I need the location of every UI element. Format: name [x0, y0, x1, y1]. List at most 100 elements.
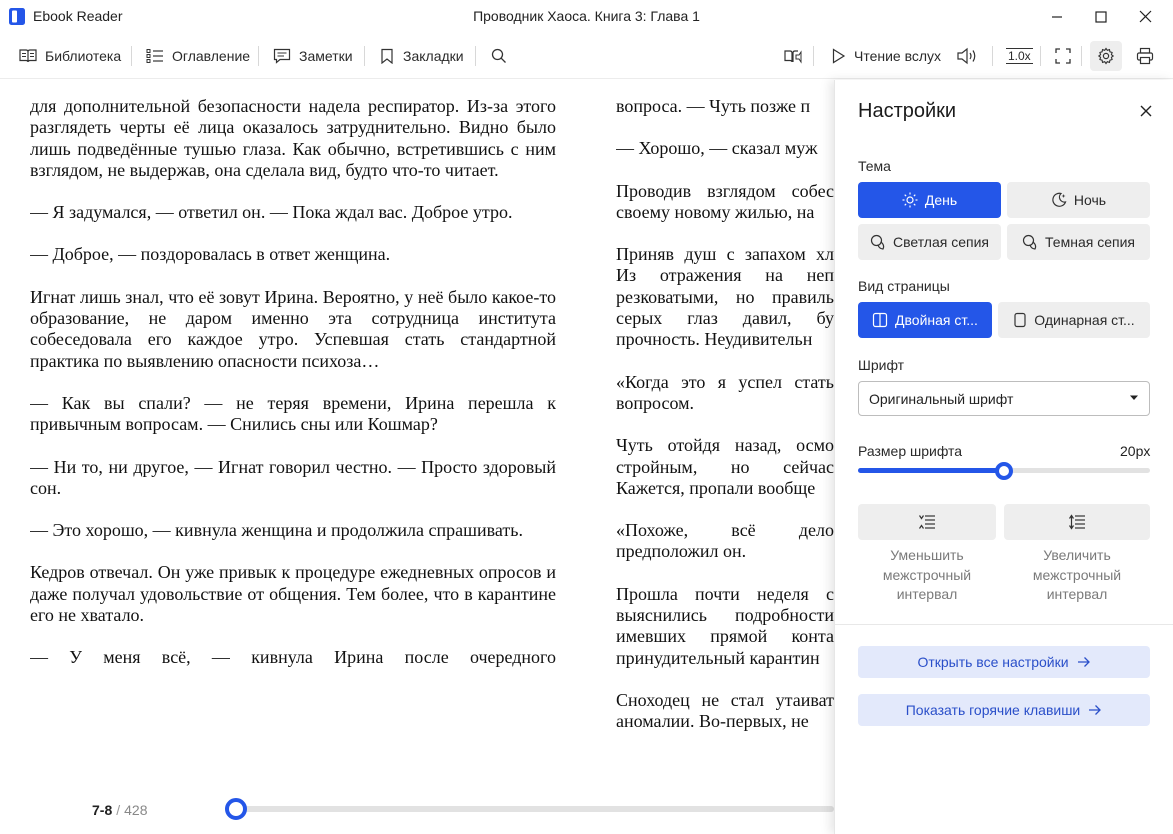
speaker-icon — [957, 47, 976, 65]
toolbar-divider — [258, 46, 259, 66]
open-all-settings-button[interactable]: Открыть все настройки — [858, 646, 1150, 678]
app-name: Ebook Reader — [33, 8, 123, 24]
read-aloud-label: Чтение вслух — [854, 48, 942, 64]
theme-light-sepia-button[interactable]: Светлая сепия — [858, 224, 1001, 260]
app-logo-icon — [8, 7, 26, 26]
sepia-dark-icon — [1022, 234, 1037, 250]
library-button[interactable]: Библиотека — [13, 41, 127, 71]
page-indicator: 7-8/428 — [92, 802, 147, 818]
theme-day-button[interactable]: День — [858, 182, 1001, 218]
toolbar-divider — [364, 46, 365, 66]
page-separator: / — [116, 802, 121, 818]
paragraph: — Хорошо, — сказал муж — [616, 138, 818, 159]
fullscreen-icon — [1055, 48, 1071, 64]
paragraph: Приняв душ с запахом хл Из отражения на … — [616, 244, 834, 350]
moon-icon — [1052, 192, 1067, 207]
toolbar: Библиотека Оглавление Заметки Закладки Ч… — [0, 33, 1173, 79]
left-page: для дополнительной безопасности надела р… — [30, 96, 556, 756]
theme-day-label: День — [924, 192, 958, 208]
font-select-value: Оригинальный шрифт — [869, 390, 1014, 407]
bookmarks-label: Закладки — [403, 48, 464, 64]
minimize-icon — [1052, 15, 1062, 18]
search-icon — [491, 48, 506, 63]
paragraph: для дополнительной безопасности надела р… — [30, 96, 556, 180]
paragraph: — Это хорошо, — кивнула женщина и продол… — [30, 520, 523, 541]
volume-button[interactable] — [950, 41, 984, 71]
notes-button[interactable]: Заметки — [267, 41, 359, 71]
read-aloud-button[interactable]: Чтение вслух — [824, 41, 947, 71]
fullscreen-button[interactable] — [1049, 41, 1077, 71]
close-icon — [1140, 105, 1152, 117]
toolbar-divider — [1040, 46, 1041, 66]
theme-night-label: Ночь — [1073, 192, 1107, 208]
toc-button[interactable]: Оглавление — [140, 41, 256, 71]
maximize-icon — [1095, 10, 1107, 23]
paragraph: Сноходец не стал утаиват аномалии. Во-пе… — [616, 689, 834, 732]
paragraph: — Ни то, ни другое, — Игнат говорил чест… — [30, 456, 556, 498]
search-button[interactable] — [485, 41, 513, 71]
toolbar-divider — [131, 46, 132, 66]
show-hotkeys-label: Показать горячие клавиши — [905, 702, 1081, 718]
toolbar-divider — [1081, 46, 1082, 66]
settings-panel: Настройки Тема День Ночь Светлая сепия Т… — [834, 80, 1173, 834]
minimize-button[interactable] — [1034, 0, 1080, 33]
sun-icon — [902, 192, 918, 208]
reading-progress-track[interactable] — [236, 806, 834, 812]
paragraph: вопроса. — Чуть позже п — [616, 96, 811, 116]
toc-label: Оглавление — [172, 48, 251, 64]
settings-title: Настройки — [858, 100, 957, 122]
line-spacing-increase-icon — [1069, 514, 1085, 530]
immersive-reader-button[interactable] — [778, 41, 808, 71]
single-page-label: Одинарная ст... — [1034, 312, 1135, 328]
decrease-line-spacing-button[interactable] — [858, 504, 996, 540]
font-size-value: 20px — [1120, 443, 1151, 459]
double-page-label: Двойная ст... — [895, 312, 978, 328]
reading-progress-thumb[interactable] — [225, 798, 247, 820]
toolbar-divider — [992, 46, 993, 66]
paragraph: — Я задумался, — ответил он. — Пока ждал… — [30, 202, 513, 223]
font-size-label: Размер шрифта — [858, 443, 963, 459]
paragraph: Кедров отвечал. Он уже привык к процедур… — [30, 562, 556, 626]
line-spacing-decrease-icon — [919, 515, 935, 529]
play-icon — [832, 48, 846, 64]
close-window-button[interactable] — [1122, 0, 1168, 33]
font-select[interactable]: Оригинальный шрифт — [858, 381, 1150, 416]
toolbar-divider — [813, 46, 814, 66]
paragraph: «Когда это я успел стать вопросом. — [616, 371, 834, 413]
right-page: вопроса. — Чуть позже п — Хорошо, — сказ… — [616, 96, 834, 756]
maximize-button[interactable] — [1078, 0, 1124, 33]
note-icon — [273, 48, 291, 64]
theme-label: Тема — [858, 158, 891, 174]
font-label: Шрифт — [858, 357, 905, 373]
paragraph: Прошла почти неделя с выяснились подробн… — [616, 583, 834, 668]
arrow-right-icon — [1089, 705, 1102, 715]
open-all-settings-label: Открыть все настройки — [917, 654, 1069, 670]
decrease-line-spacing-label: Уменьшить межстрочный интервал — [882, 547, 972, 602]
print-button[interactable] — [1130, 41, 1160, 71]
paragraph: Чуть отойдя назад, осмо стройным, но сей… — [616, 435, 834, 498]
window-title: Проводник Хаоса. Книга 3: Глава 1 — [473, 8, 700, 24]
chevron-down-icon — [1130, 395, 1138, 400]
increase-line-spacing-label: Увеличить межстрочный интервал — [1032, 547, 1122, 602]
arrow-right-icon — [1077, 657, 1090, 667]
panel-divider — [835, 624, 1173, 625]
settings-close-button[interactable] — [1135, 100, 1157, 122]
double-page-button[interactable]: Двойная ст... — [858, 302, 992, 338]
paragraph: — Доброе, — поздоровалась в ответ женщин… — [30, 244, 391, 265]
theme-dark-sepia-button[interactable]: Темная сепия — [1007, 224, 1150, 260]
immersive-reader-icon — [784, 50, 802, 64]
paragraph: Проводив взглядом собес своему новому жи… — [616, 180, 834, 222]
total-pages: 428 — [124, 802, 148, 818]
font-size-slider-thumb[interactable] — [995, 462, 1013, 480]
page-view-label: Вид страницы — [858, 278, 950, 294]
show-hotkeys-button[interactable]: Показать горячие клавиши — [858, 694, 1150, 726]
settings-button[interactable] — [1090, 41, 1122, 71]
book-open-icon — [19, 49, 37, 63]
speed-button[interactable]: 1.0x — [1000, 41, 1039, 71]
bookmarks-button[interactable]: Закладки — [373, 41, 470, 71]
increase-line-spacing-button[interactable] — [1004, 504, 1150, 540]
gear-icon — [1097, 47, 1115, 65]
theme-night-button[interactable]: Ночь — [1007, 182, 1150, 218]
single-page-button[interactable]: Одинарная ст... — [998, 302, 1150, 338]
font-size-slider-fill — [858, 468, 1004, 473]
